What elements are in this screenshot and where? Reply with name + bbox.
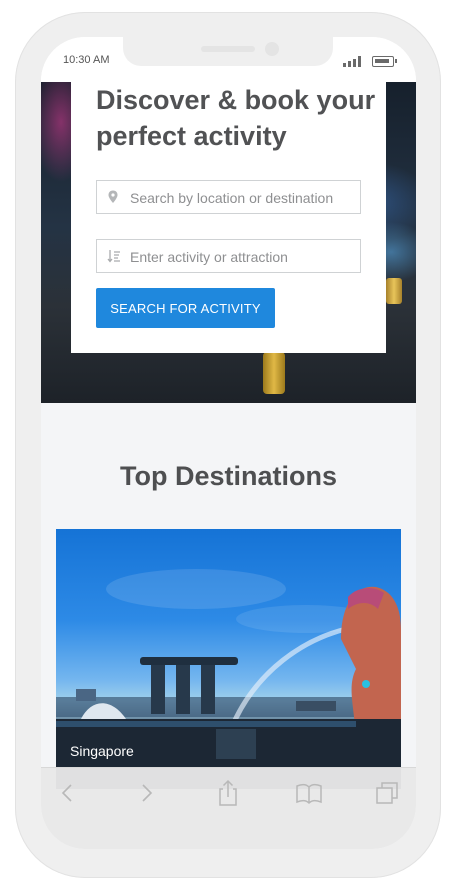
location-search-field[interactable]: Search by location or destination — [96, 180, 361, 214]
tabs-icon[interactable] — [373, 778, 403, 808]
notch — [123, 37, 333, 66]
back-icon[interactable] — [53, 778, 83, 808]
destination-card[interactable]: Singapore — [56, 529, 401, 789]
activity-search-field[interactable]: Enter activity or attraction — [96, 239, 361, 273]
battery-icon — [372, 56, 397, 67]
sort-list-icon — [107, 250, 120, 263]
hero-title: Discover & book your perfect activity — [96, 85, 376, 151]
status-time: 10:30 AM — [63, 54, 110, 66]
share-icon[interactable] — [213, 778, 243, 808]
camera — [265, 42, 279, 56]
forward-icon[interactable] — [131, 778, 161, 808]
section-title: Top Destinations — [119, 461, 337, 491]
phone-screen: 10:30 AM Discover & book your perfect ac… — [41, 37, 416, 849]
location-search-input[interactable]: Search by location or destination — [130, 190, 333, 206]
hero-banner: Discover & book your perfect activity Se… — [41, 82, 416, 403]
bookmarks-icon[interactable] — [294, 778, 324, 808]
browser-toolbar — [41, 767, 416, 849]
speaker — [201, 46, 255, 52]
search-activity-button[interactable]: SEARCH FOR ACTIVITY — [96, 288, 275, 328]
hero-photo-detail — [263, 352, 285, 394]
activity-search-input[interactable]: Enter activity or attraction — [130, 249, 288, 265]
signal-icon — [343, 56, 363, 67]
status-bar: 10:30 AM — [41, 37, 416, 82]
destination-label: Singapore — [70, 743, 134, 759]
hero-photo-detail — [386, 278, 402, 304]
search-card: Discover & book your perfect activity Se… — [71, 82, 386, 353]
map-pin-icon — [108, 190, 118, 203]
